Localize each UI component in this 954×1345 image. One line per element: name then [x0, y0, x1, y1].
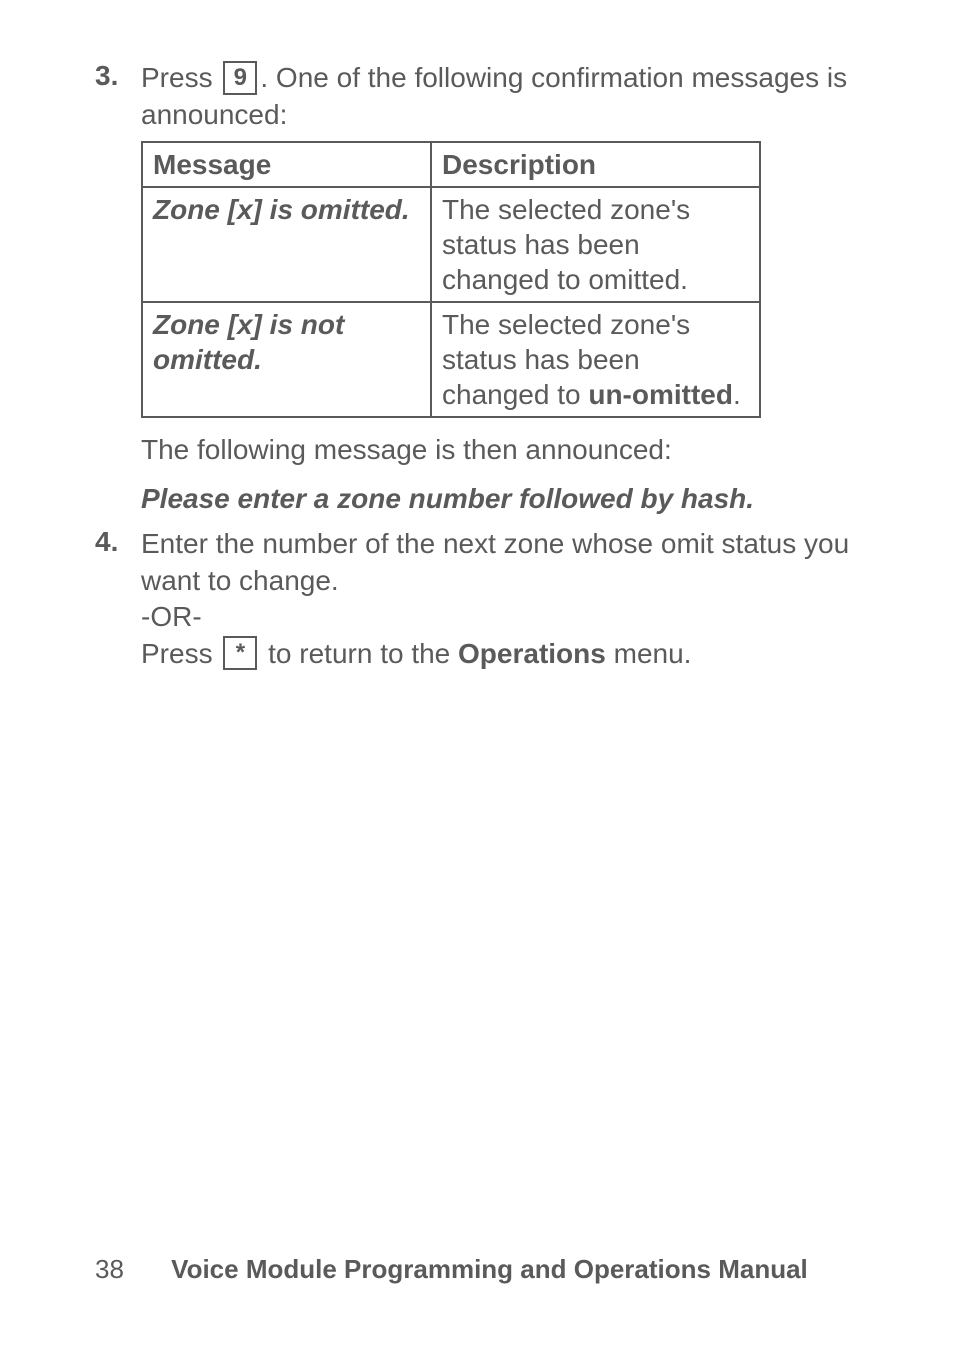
cell-description: The selected zone's status has been chan…	[431, 302, 760, 417]
text: menu.	[606, 638, 692, 669]
step-number: 4.	[95, 526, 141, 672]
step-number: 3.	[95, 60, 141, 518]
keycap-star-icon: *	[223, 636, 257, 670]
header-message: Message	[142, 142, 431, 187]
table-row: Zone [x] is not omitted. The selected zo…	[142, 302, 760, 417]
manual-title: Voice Module Programming and Operations …	[171, 1254, 808, 1284]
step-4: 4. Enter the number of the next zone who…	[95, 526, 859, 672]
step-4-press: Press * to return to the Operations menu…	[141, 636, 859, 673]
table-header-row: Message Description	[142, 142, 760, 187]
text: to return to the	[260, 638, 458, 669]
text-bold: Operations	[458, 638, 606, 669]
keycap-9-icon: 9	[223, 61, 257, 95]
prompt-text: Please enter a zone number followed by h…	[141, 479, 859, 518]
page-number: 38	[95, 1254, 124, 1285]
step-4-or: -OR-	[141, 599, 859, 635]
after-table-text: The following message is then announced:	[141, 430, 859, 469]
text-bold: un-omitted	[588, 379, 733, 410]
page-footer: 38 Voice Module Programming and Operatio…	[95, 1254, 859, 1285]
table-row: Zone [x] is omitted. The selected zone's…	[142, 187, 760, 302]
confirmation-table: Message Description Zone [x] is omitted.…	[141, 141, 761, 418]
step-3: 3. Press 9. One of the following confirm…	[95, 60, 859, 518]
header-description: Description	[431, 142, 760, 187]
cell-description: The selected zone's status has been chan…	[431, 187, 760, 302]
step-4-line1: Enter the number of the next zone whose …	[141, 526, 859, 599]
text: .	[733, 379, 741, 410]
cell-message: Zone [x] is not omitted.	[142, 302, 431, 417]
cell-message: Zone [x] is omitted.	[142, 187, 431, 302]
step-4-body: Enter the number of the next zone whose …	[141, 526, 859, 672]
text: Press	[141, 62, 220, 93]
step-3-text: Press 9. One of the following confirmati…	[141, 60, 859, 133]
text: Press	[141, 638, 220, 669]
step-3-body: Press 9. One of the following confirmati…	[141, 60, 859, 518]
